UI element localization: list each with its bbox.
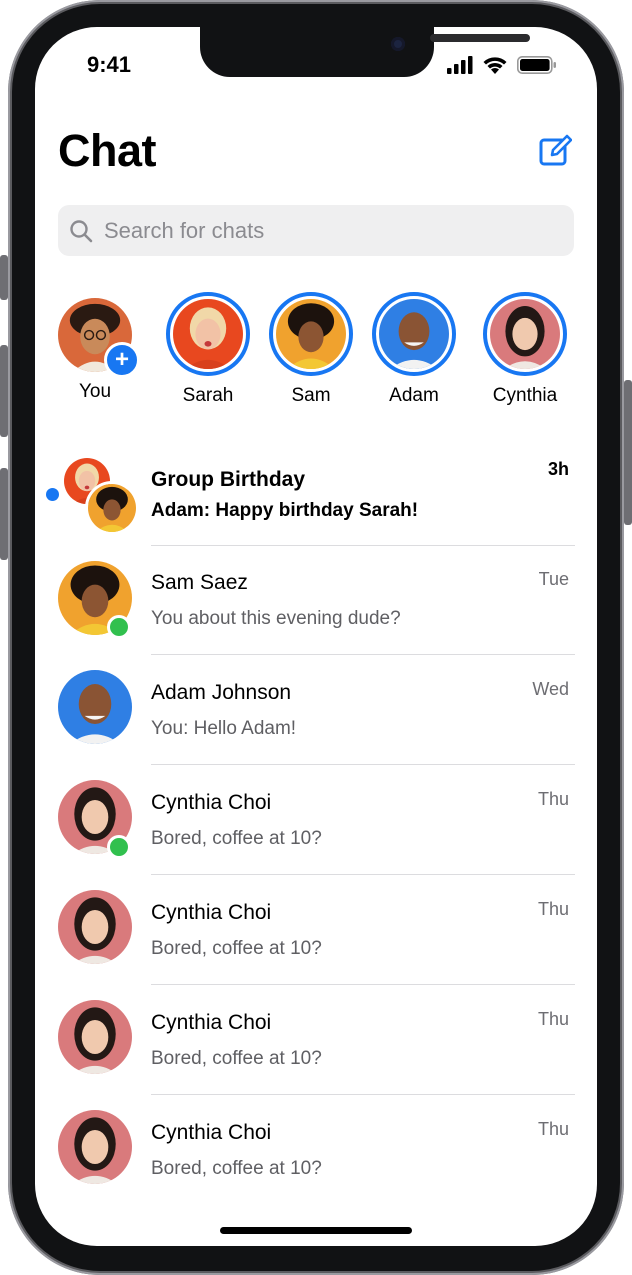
add-story-icon[interactable]: + [104, 342, 140, 378]
status-time: 9:41 [87, 52, 132, 77]
chat-time: Thu [537, 1009, 569, 1029]
cellular-signal-icon [447, 56, 473, 74]
power-button [624, 380, 632, 525]
avatar [276, 299, 346, 369]
chat-row[interactable]: Cynthia Choi Bored, coffee at 10? Thu [35, 1095, 597, 1205]
chat-name: Sam Saez [151, 571, 248, 594]
volume-down-button [0, 468, 8, 560]
search-icon [70, 219, 93, 242]
chat-name: Group Birthday [151, 468, 306, 491]
home-indicator[interactable] [220, 1227, 412, 1234]
notch [200, 27, 530, 77]
chat-row[interactable]: Group Birthday Adam: Happy birthday Sara… [35, 439, 597, 549]
chat-message: You: Hello Adam! [151, 718, 297, 739]
chat-row[interactable]: Cynthia Choi Bored, coffee at 10? Thu [35, 875, 597, 985]
chat-time: Tue [538, 569, 569, 589]
avatar [490, 299, 560, 369]
story-you[interactable]: + You [47, 292, 143, 403]
chat-row[interactable]: Adam Johnson You: Hello Adam! Wed [35, 655, 597, 765]
story-cynthia[interactable]: Cynthia [477, 292, 573, 407]
camera [391, 37, 405, 51]
status-icons [447, 54, 557, 74]
chat-name: Adam Johnson [151, 681, 292, 704]
chat-message: You about this evening dude? [151, 608, 401, 629]
chat-name: Cynthia Choi [151, 1121, 272, 1144]
chat-name: Cynthia Choi [151, 901, 272, 924]
story-sarah[interactable]: Sarah [160, 292, 256, 407]
search-bar[interactable] [58, 205, 574, 256]
chat-time: Wed [532, 679, 569, 699]
story-ring [166, 292, 250, 376]
avatar [173, 299, 243, 369]
chat-message: Bored, coffee at 10? [151, 938, 322, 959]
story-label: Sam [291, 385, 331, 406]
story-ring [483, 292, 567, 376]
wifi-icon [483, 57, 507, 74]
chat-time: Thu [537, 1119, 569, 1139]
chat-message: Bored, coffee at 10? [151, 1158, 322, 1179]
story-label: Adam [389, 385, 439, 406]
avatar [85, 481, 139, 535]
page-title: Chat [58, 125, 157, 176]
story-ring [269, 292, 353, 376]
story-label: You [78, 381, 112, 402]
story-ring [372, 292, 456, 376]
story-sam[interactable]: Sam [263, 292, 359, 407]
avatar [58, 890, 132, 964]
avatar [58, 670, 132, 744]
chat-message: Adam: Happy birthday Sarah! [151, 500, 419, 521]
compose-icon[interactable] [538, 133, 572, 167]
avatar [58, 1110, 132, 1184]
chat-row[interactable]: Cynthia Choi Bored, coffee at 10? Thu [35, 985, 597, 1095]
chat-time: 3h [547, 459, 569, 479]
unread-dot [46, 488, 59, 501]
chat-name: Cynthia Choi [151, 1011, 272, 1034]
volume-up-button [0, 345, 8, 437]
story-label: Sarah [182, 385, 234, 406]
chat-row[interactable]: Sam Saez You about this evening dude? Tu… [35, 545, 597, 655]
chat-name: Cynthia Choi [151, 791, 272, 814]
chat-time: Thu [537, 899, 569, 919]
silent-switch [0, 255, 8, 300]
avatar [379, 299, 449, 369]
online-indicator [107, 835, 131, 859]
story-adam[interactable]: Adam [366, 292, 462, 407]
story-label: Cynthia [492, 385, 558, 406]
screen: 9:41 Chat Search for chats + You Sarah S… [35, 27, 597, 1246]
online-indicator [107, 615, 131, 639]
chat-message: Bored, coffee at 10? [151, 1048, 322, 1069]
avatar: + [58, 298, 140, 378]
chat-time: Thu [537, 789, 569, 809]
chat-row[interactable]: Cynthia Choi Bored, coffee at 10? Thu [35, 765, 597, 875]
avatar [58, 1000, 132, 1074]
chat-message: Bored, coffee at 10? [151, 828, 322, 849]
battery-icon [517, 56, 556, 74]
speaker [430, 34, 530, 42]
search-input[interactable] [102, 216, 546, 245]
